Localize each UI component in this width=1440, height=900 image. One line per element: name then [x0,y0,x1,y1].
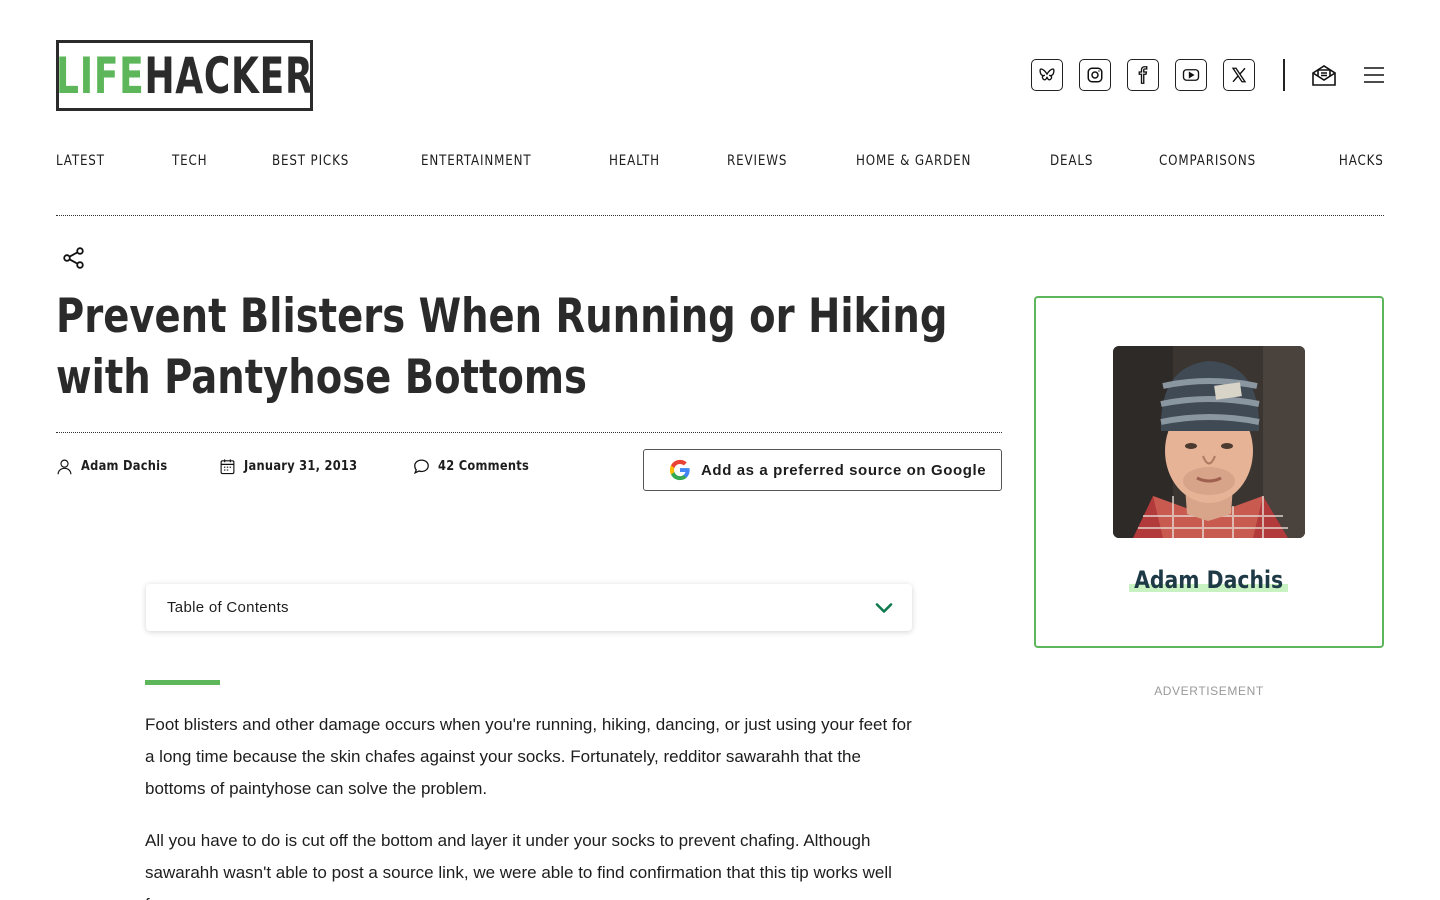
hamburger-menu-icon[interactable] [1363,66,1385,84]
lifehacker-logo[interactable]: LIFEHACKER [56,40,313,111]
meta-date: January 31, 2013 [219,458,373,475]
header-divider [1283,59,1285,91]
facebook-icon[interactable] [1127,59,1159,91]
author-avatar[interactable] [1113,346,1305,538]
article-paragraph-1: Foot blisters and other damage occurs wh… [145,715,912,798]
advertisement-label: ADVERTISEMENT [1154,684,1264,698]
instagram-icon[interactable] [1079,59,1111,91]
bluesky-icon[interactable] [1031,59,1063,91]
author-name-wrap: Adam Dachis [1036,566,1382,594]
title-divider [56,432,1002,433]
author-card[interactable]: Adam Dachis [1034,296,1384,648]
nav-item-tech[interactable]: TECH [172,153,207,169]
comment-icon [414,459,429,475]
nav-item-reviews[interactable]: REVIEWS [727,153,787,169]
nav-item-best-picks[interactable]: BEST PICKS [272,153,349,169]
article-title: Prevent Blisters When Running or Hiking … [56,289,948,405]
publish-date: January 31, 2013 [244,459,358,474]
user-icon [57,459,72,475]
nav-item-comparisons[interactable]: COMPARISONS [1159,153,1256,169]
article-paragraph-2: All you have to do is cut off the bottom… [145,831,892,900]
google-icon [669,459,690,481]
meta-author[interactable]: Adam Dachis [56,458,179,475]
author-name[interactable]: Adam Dachis [81,459,167,474]
nav-item-deals[interactable]: DEALS [1050,153,1093,169]
calendar-icon [220,459,235,475]
nav-item-home-garden[interactable]: HOME & GARDEN [856,153,971,169]
nav-item-health[interactable]: HEALTH [609,153,660,169]
social-links [1031,59,1255,91]
preferred-source-google-button[interactable]: Add as a preferred source on Google [643,449,1002,491]
accent-bar [145,680,220,685]
share-icon[interactable] [62,246,86,270]
logo-part-life: LIFE [55,46,145,105]
comments-count[interactable]: 42 Comments [438,459,529,474]
nav-item-entertainment[interactable]: ENTERTAINMENT [421,153,532,169]
logo-text: LIFEHACKER [56,51,313,101]
main-nav: LATEST TECH BEST PICKS ENTERTAINMENT HEA… [56,153,1384,169]
google-button-label: Add as a preferred source on Google [701,461,987,479]
table-of-contents[interactable]: Table of Contents [146,584,912,631]
article-meta: Adam Dachis January 31, 2013 42 Comments [56,458,542,475]
meta-comments[interactable]: 42 Comments [413,458,542,475]
nav-divider [56,215,1384,216]
toc-label: Table of Contents [167,599,289,616]
newsletter-icon[interactable] [1311,62,1337,88]
x-icon[interactable] [1223,59,1255,91]
sidebar-author-name[interactable]: Adam Dachis [1129,566,1289,594]
logo-part-hacker: HACKER [144,46,314,105]
chevron-down-icon[interactable] [874,598,894,618]
youtube-icon[interactable] [1175,59,1207,91]
nav-item-latest[interactable]: LATEST [56,153,105,169]
nav-item-hacks[interactable]: HACKS [1339,153,1384,169]
